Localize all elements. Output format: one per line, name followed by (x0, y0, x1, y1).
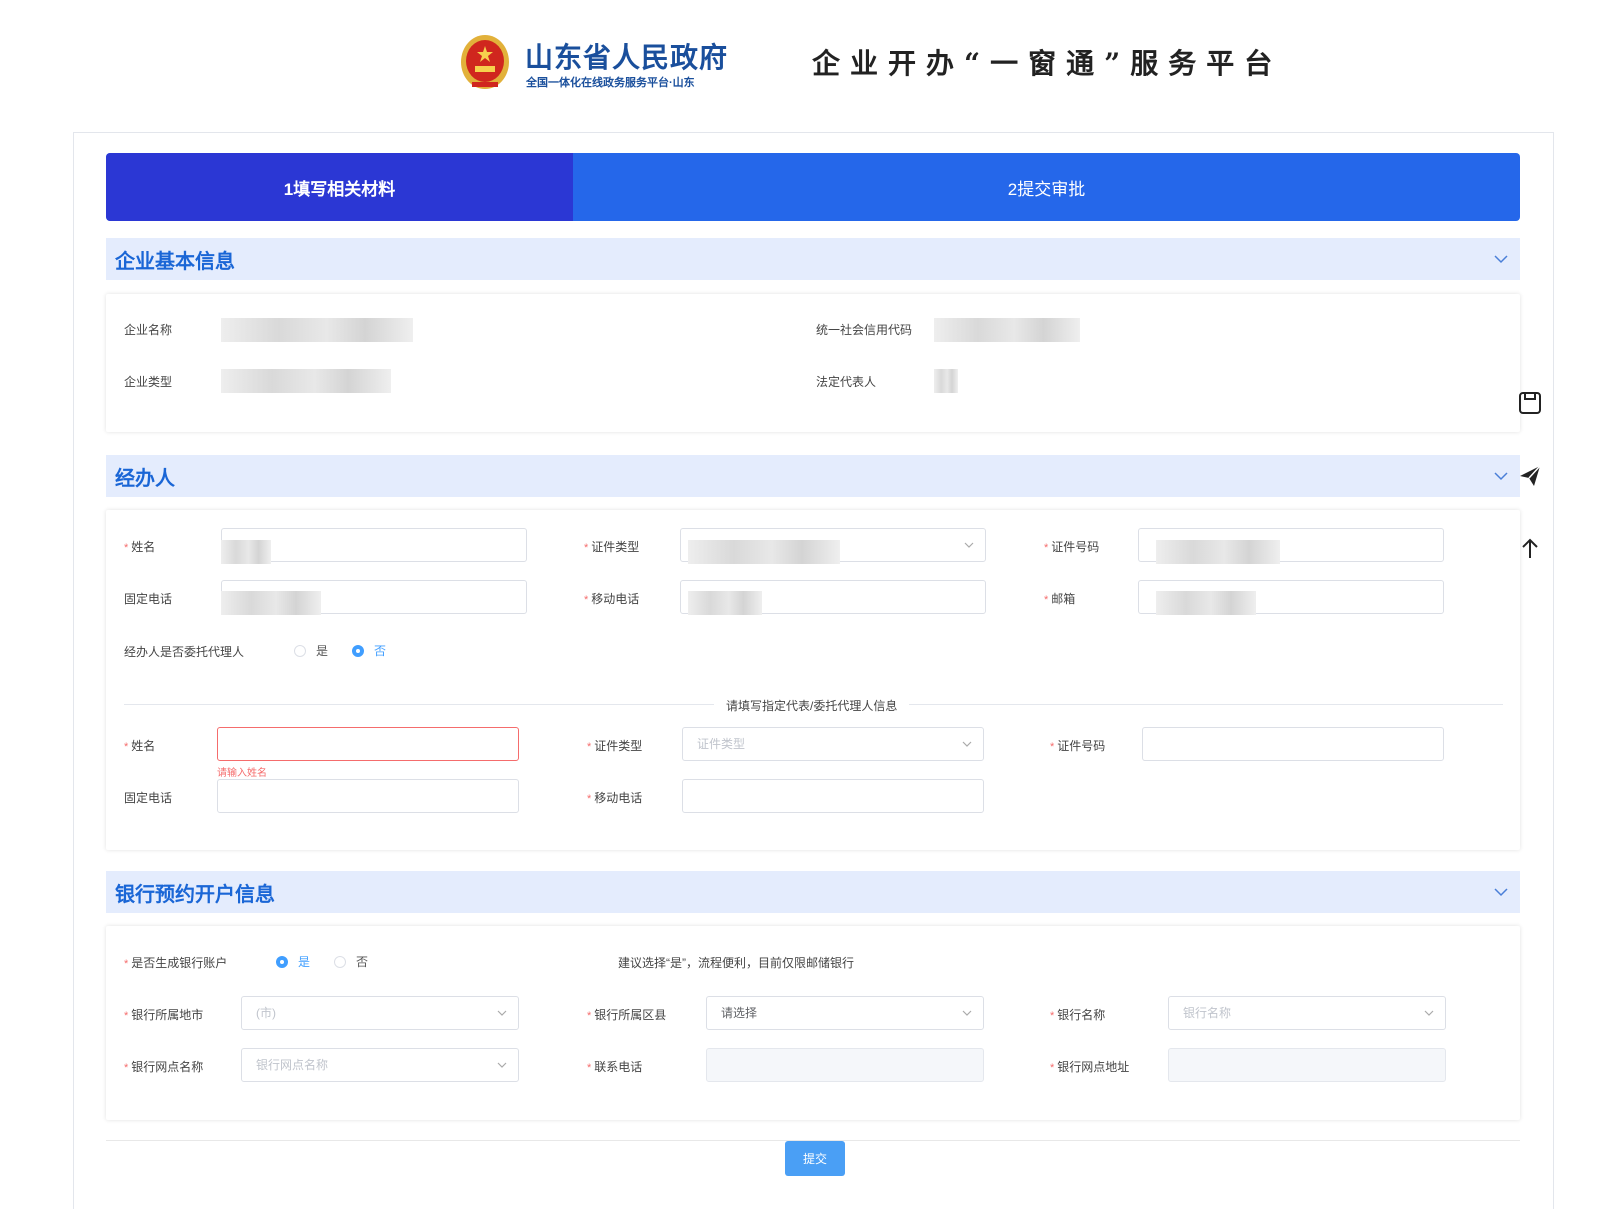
chevron-down-icon[interactable] (1492, 883, 1510, 901)
label-company-name: 企业名称 (124, 323, 173, 337)
national-emblem-icon (461, 35, 509, 89)
proxy-mobile-input[interactable] (682, 779, 984, 813)
label-proxy-id-no: * 证件号码 (1050, 739, 1106, 753)
label-agent-id-no: * 证件号码 (1044, 540, 1100, 554)
chevron-down-icon (497, 1010, 507, 1016)
proxy-name-input[interactable] (217, 727, 519, 761)
redacted-value (1156, 591, 1256, 615)
proxy-tel-input[interactable] (217, 779, 519, 813)
chevron-down-icon (497, 1062, 507, 1068)
label-bank-name: * 银行名称 (1050, 1008, 1106, 1022)
bank-city-select[interactable]: (市) (241, 996, 519, 1030)
section-title: 经办人 (115, 467, 175, 490)
bank-district-select[interactable]: 请选择 (706, 996, 984, 1030)
proxy-name-error: 请输入姓名 (217, 768, 267, 779)
panel-basic: 企业名称 统一社会信用代码 企业类型 法定代表人 (106, 294, 1520, 432)
redacted-value (688, 591, 762, 615)
back-to-top-icon[interactable] (1517, 536, 1543, 562)
label-legal-rep: 法定代表人 (816, 375, 877, 389)
redacted-value (934, 318, 1080, 342)
bank-name-select[interactable]: 银行名称 (1168, 996, 1446, 1030)
chevron-down-icon (962, 741, 972, 747)
save-icon[interactable] (1517, 390, 1543, 416)
gov-subtitle: 全国一体化在线政务服务平台·山东 (526, 77, 695, 89)
redacted-value (221, 540, 271, 564)
proxy-id-type-select[interactable]: 证件类型 (682, 727, 984, 761)
label-bank-city: * 银行所属地市 (124, 1008, 204, 1022)
divider-label: 请填写指定代表/委托代理人信息 (714, 697, 910, 714)
section-title: 银行预约开户信息 (115, 883, 275, 906)
step-bar: 1填写相关材料 2提交审批 (106, 153, 1520, 221)
platform-title: 企业开办“一窗通”服务平台 (812, 47, 1283, 80)
section-header-basic[interactable]: 企业基本信息 (106, 238, 1520, 280)
bank-branch-select[interactable]: 银行网点名称 (241, 1048, 519, 1082)
radio-dot (294, 644, 306, 657)
radio-gen-account-yes[interactable]: 是 (276, 953, 310, 970)
label-proxy-name: * 姓名 (124, 739, 156, 753)
step-submit-approval[interactable]: 2提交审批 (573, 153, 1520, 221)
label-bank-address: * 银行网点地址 (1050, 1060, 1130, 1074)
submit-button[interactable]: 提交 (785, 1141, 845, 1176)
label-gen-account: * 是否生成银行账户 (124, 956, 228, 970)
step-fill-materials[interactable]: 1填写相关材料 (106, 153, 573, 221)
label-agent-mobile: * 移动电话 (584, 592, 640, 606)
redacted-value (221, 369, 391, 393)
redacted-value (221, 591, 321, 615)
radio-dot (334, 955, 346, 968)
gov-title: 山东省人民政府 (525, 42, 729, 73)
label-company-type: 企业类型 (124, 375, 173, 389)
label-agent-email: * 邮箱 (1044, 592, 1076, 606)
radio-delegate-no[interactable]: 否 (352, 642, 386, 659)
redacted-value (221, 318, 413, 342)
redacted-value (934, 369, 958, 393)
proxy-id-no-input[interactable] (1142, 727, 1444, 761)
label-bank-phone: * 联系电话 (587, 1060, 643, 1074)
send-icon[interactable] (1517, 463, 1543, 489)
chevron-down-icon (1424, 1010, 1434, 1016)
redacted-value (688, 540, 840, 564)
label-proxy-id-type: * 证件类型 (587, 739, 643, 753)
redacted-value (1156, 540, 1280, 564)
panel-agent: * 姓名 * 证件类型 * 证件号码 固定电话 * 移动电话 * 邮箱 经办人是否委托代理… (106, 510, 1520, 850)
chevron-down-icon (962, 1010, 972, 1016)
radio-dot (276, 955, 288, 968)
bank-hint: 建议选择“是”，流程便利，目前仅限邮储银行 (618, 956, 854, 970)
radio-gen-account-no[interactable]: 否 (334, 953, 368, 970)
radio-dot (352, 644, 364, 657)
label-bank-branch: * 银行网点名称 (124, 1060, 204, 1074)
radio-delegate-yes[interactable]: 是 (294, 642, 328, 659)
label-agent-tel: 固定电话 (124, 592, 173, 606)
label-delegate-question: 经办人是否委托代理人 (124, 645, 245, 659)
label-agent-name: * 姓名 (124, 540, 156, 554)
bank-phone-input[interactable] (706, 1048, 984, 1082)
section-header-agent[interactable]: 经办人 (106, 455, 1520, 497)
label-proxy-mobile: * 移动电话 (587, 791, 643, 805)
label-credit-code: 统一社会信用代码 (816, 323, 913, 337)
panel-bank: * 是否生成银行账户 是 否 建议选择“是”，流程便利，目前仅限邮储银行 * 银行所… (106, 926, 1520, 1120)
page-header: 山东省人民政府 全国一体化在线政务服务平台·山东 企业开办“一窗通”服务平台 (0, 0, 1600, 120)
bank-address-input[interactable] (1168, 1048, 1446, 1082)
section-header-bank[interactable]: 银行预约开户信息 (106, 871, 1520, 913)
chevron-down-icon (964, 542, 974, 548)
label-bank-district: * 银行所属区县 (587, 1008, 667, 1022)
label-proxy-tel: 固定电话 (124, 791, 173, 805)
label-agent-id-type: * 证件类型 (584, 540, 640, 554)
section-title: 企业基本信息 (115, 250, 235, 273)
chevron-down-icon[interactable] (1492, 467, 1510, 485)
chevron-down-icon[interactable] (1492, 250, 1510, 268)
